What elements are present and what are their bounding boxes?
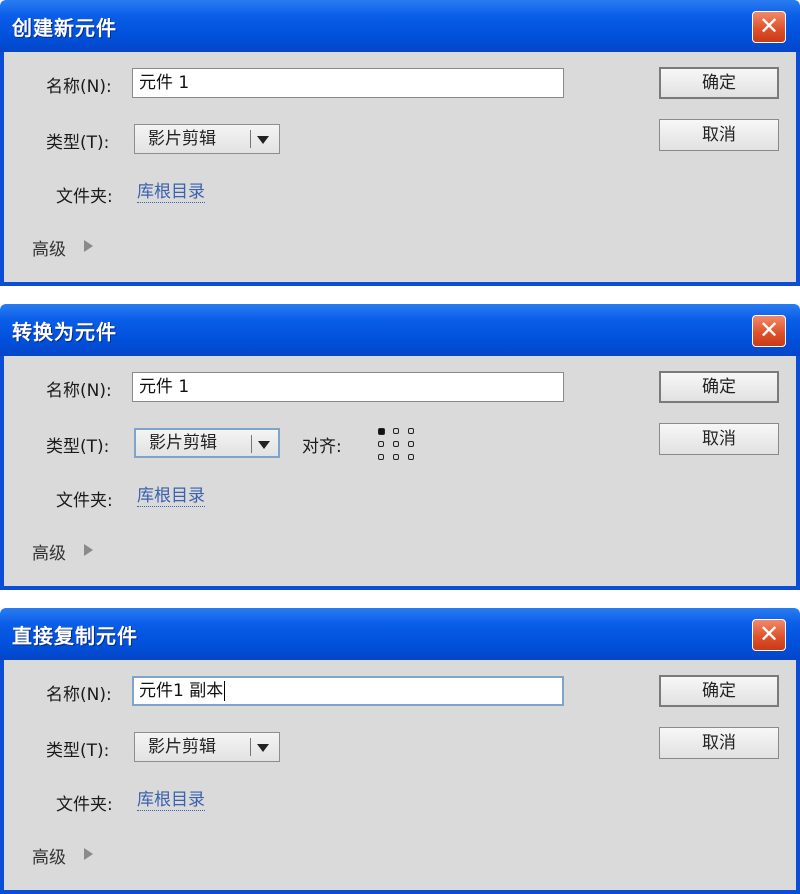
close-icon[interactable]: ✕ <box>752 315 786 347</box>
type-label: 类型(T): <box>46 741 110 761</box>
name-label: 名称(N): <box>46 381 112 401</box>
name-input[interactable]: 元件1 副本 <box>132 676 564 706</box>
registration-point[interactable] <box>408 454 414 460</box>
triangle-right-icon[interactable] <box>84 544 93 556</box>
chevron-down-icon <box>257 744 269 752</box>
folder-label: 文件夹: <box>56 795 113 815</box>
registration-point[interactable] <box>378 441 384 447</box>
dialog-body: 名称(N): 元件 1 类型(T): 影片剪辑 对齐: 文件夹: 库根目录 高级… <box>0 356 800 590</box>
cancel-button[interactable]: 取消 <box>659 727 779 759</box>
registration-point[interactable] <box>378 454 384 460</box>
folder-label: 文件夹: <box>56 187 113 207</box>
ok-button[interactable]: 确定 <box>659 675 779 707</box>
ok-button[interactable]: 确定 <box>659 371 779 403</box>
chevron-down-icon <box>258 441 270 449</box>
folder-link[interactable]: 库根目录 <box>137 182 205 203</box>
registration-point[interactable] <box>393 454 399 460</box>
close-icon[interactable]: ✕ <box>752 619 786 651</box>
dialog-body: 名称(N): 元件 1 类型(T): 影片剪辑 文件夹: 库根目录 高级 确定 … <box>0 52 800 286</box>
type-select-value: 影片剪辑 <box>149 433 217 453</box>
registration-grid-icon[interactable] <box>378 428 418 462</box>
select-divider <box>251 435 252 453</box>
ok-button[interactable]: 确定 <box>659 67 779 99</box>
registration-point[interactable] <box>393 441 399 447</box>
title-bar[interactable]: 创建新元件 ✕ <box>0 0 800 52</box>
close-icon[interactable]: ✕ <box>752 11 786 43</box>
triangle-right-icon[interactable] <box>84 240 93 252</box>
duplicate-symbol-dialog: 直接复制元件 ✕ 名称(N): 元件1 副本 类型(T): 影片剪辑 文件夹: … <box>0 608 800 894</box>
advanced-toggle[interactable]: 高级 <box>32 539 66 564</box>
dialog-body: 名称(N): 元件1 副本 类型(T): 影片剪辑 文件夹: 库根目录 高级 确… <box>0 660 800 894</box>
type-label: 类型(T): <box>46 437 110 457</box>
registration-point-selected[interactable] <box>378 428 385 435</box>
name-input[interactable]: 元件 1 <box>132 372 564 402</box>
folder-label: 文件夹: <box>56 491 113 511</box>
advanced-toggle[interactable]: 高级 <box>32 235 66 260</box>
type-select-value: 影片剪辑 <box>148 737 216 757</box>
cancel-button[interactable]: 取消 <box>659 423 779 455</box>
type-select[interactable]: 影片剪辑 <box>134 124 280 154</box>
registration-point[interactable] <box>408 428 414 434</box>
folder-link[interactable]: 库根目录 <box>137 486 205 507</box>
folder-link[interactable]: 库根目录 <box>137 790 205 811</box>
create-symbol-dialog: 创建新元件 ✕ 名称(N): 元件 1 类型(T): 影片剪辑 文件夹: 库根目… <box>0 0 800 286</box>
cancel-button[interactable]: 取消 <box>659 119 779 151</box>
align-label: 对齐: <box>302 437 342 457</box>
title-bar[interactable]: 转换为元件 ✕ <box>0 304 800 356</box>
select-divider <box>250 738 251 756</box>
type-label: 类型(T): <box>46 133 110 153</box>
chevron-down-icon <box>257 136 269 144</box>
title-bar[interactable]: 直接复制元件 ✕ <box>0 608 800 660</box>
name-input-value: 元件1 副本 <box>139 681 224 701</box>
dialog-title: 创建新元件 <box>12 16 117 40</box>
registration-point[interactable] <box>408 441 414 447</box>
dialog-title: 直接复制元件 <box>12 624 138 648</box>
type-select[interactable]: 影片剪辑 <box>134 732 280 762</box>
type-select[interactable]: 影片剪辑 <box>134 428 280 458</box>
type-select-value: 影片剪辑 <box>148 129 216 149</box>
triangle-right-icon[interactable] <box>84 848 93 860</box>
text-caret <box>224 681 226 701</box>
advanced-toggle[interactable]: 高级 <box>32 843 66 868</box>
convert-to-symbol-dialog: 转换为元件 ✕ 名称(N): 元件 1 类型(T): 影片剪辑 对齐: 文件夹:… <box>0 304 800 590</box>
registration-point[interactable] <box>393 428 399 434</box>
name-label: 名称(N): <box>46 685 112 705</box>
dialog-title: 转换为元件 <box>12 320 117 344</box>
select-divider <box>250 130 251 148</box>
name-input[interactable]: 元件 1 <box>132 68 564 98</box>
name-label: 名称(N): <box>46 77 112 97</box>
